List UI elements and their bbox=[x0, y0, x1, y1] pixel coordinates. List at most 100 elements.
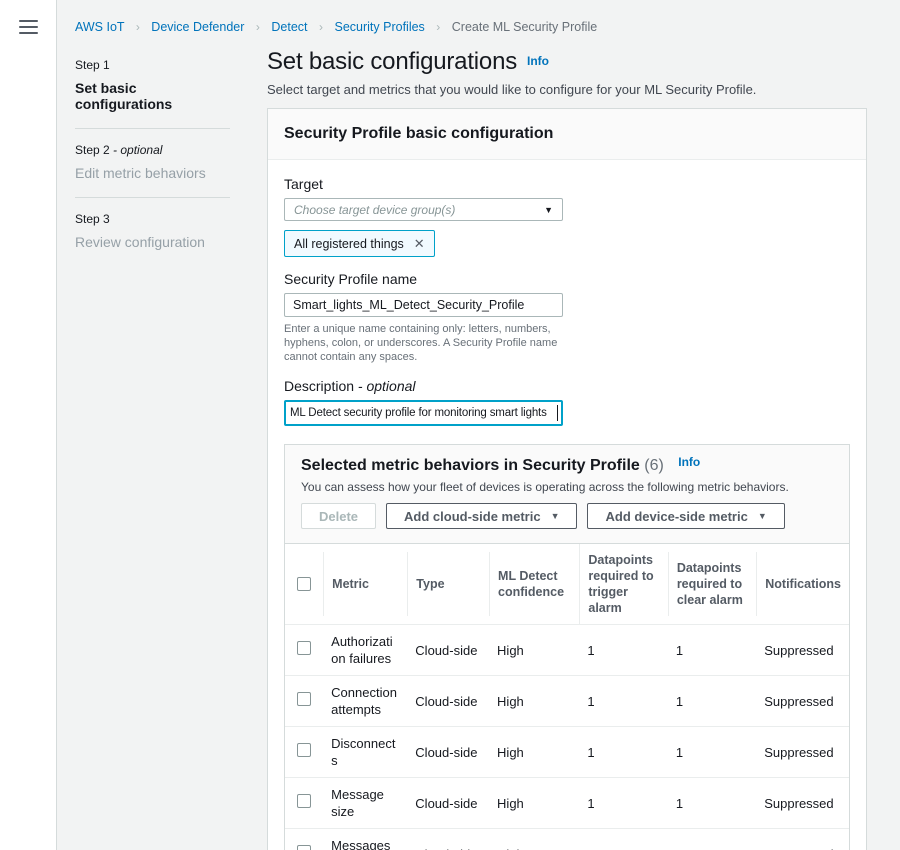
cell-datapoints-trigger: 1 bbox=[579, 625, 667, 676]
cell-datapoints-trigger: 1 bbox=[579, 676, 667, 727]
cell-datapoints-clear: 1 bbox=[668, 829, 756, 850]
target-token-all-registered-things: All registered things ✕ bbox=[284, 230, 435, 257]
cell-metric: Messages received bbox=[323, 829, 407, 850]
breadcrumb-separator-icon: › bbox=[311, 20, 331, 34]
step-3-title[interactable]: Review configuration bbox=[75, 234, 230, 250]
description-input[interactable] bbox=[284, 400, 563, 426]
cell-type: Cloud-side bbox=[407, 625, 489, 676]
breadcrumb-device-defender[interactable]: Device Defender bbox=[151, 20, 244, 34]
table-row: Messages received Cloud-side High 1 1 Su… bbox=[285, 829, 849, 850]
description-label: Description - optional bbox=[284, 378, 850, 394]
step-3-label: Step 3 bbox=[75, 212, 230, 226]
cell-notifications: Suppressed bbox=[756, 625, 849, 676]
row-checkbox[interactable] bbox=[297, 845, 311, 850]
step-1-label: Step 1 bbox=[75, 58, 230, 72]
target-select-placeholder: Choose target device group(s) bbox=[294, 203, 455, 217]
cell-type: Cloud-side bbox=[407, 727, 489, 778]
collapsed-sidenav bbox=[0, 0, 57, 850]
table-row: Message size Cloud-side High 1 1 Suppres… bbox=[285, 778, 849, 829]
cell-type: Cloud-side bbox=[407, 778, 489, 829]
add-device-side-metric-button[interactable]: Add device-side metric ▼ bbox=[587, 503, 784, 529]
token-remove-icon[interactable]: ✕ bbox=[414, 237, 425, 250]
metric-behaviors-description: You can assess how your fleet of devices… bbox=[301, 479, 833, 495]
wizard-step-3: Step 3 Review configuration bbox=[75, 212, 230, 250]
row-checkbox[interactable] bbox=[297, 743, 311, 757]
chevron-down-icon: ▼ bbox=[551, 511, 560, 521]
column-header-notifications: Notifications bbox=[756, 552, 849, 616]
card-header: Security Profile basic configuration bbox=[268, 109, 866, 160]
table-row: Authorization failures Cloud-side High 1… bbox=[285, 625, 849, 676]
description-optional-suffix: - optional bbox=[358, 378, 416, 394]
basic-configuration-card: Security Profile basic configuration Tar… bbox=[267, 108, 867, 850]
step-divider bbox=[75, 128, 230, 129]
breadcrumb-detect[interactable]: Detect bbox=[271, 20, 307, 34]
breadcrumb-separator-icon: › bbox=[428, 20, 448, 34]
target-label: Target bbox=[284, 176, 850, 192]
cell-notifications: Suppressed bbox=[756, 676, 849, 727]
metric-behaviors-header: Selected metric behaviors in Security Pr… bbox=[285, 445, 849, 543]
breadcrumb-separator-icon: › bbox=[128, 20, 148, 34]
cell-datapoints-clear: 1 bbox=[668, 625, 756, 676]
profile-name-label: Security Profile name bbox=[284, 271, 850, 287]
target-field-group: Target Choose target device group(s) ▼ A… bbox=[284, 176, 850, 257]
target-select[interactable]: Choose target device group(s) ▼ bbox=[284, 198, 563, 221]
cell-datapoints-clear: 1 bbox=[668, 727, 756, 778]
cell-type: Cloud-side bbox=[407, 829, 489, 850]
cell-ml-detect-confidence: High bbox=[489, 778, 579, 829]
metric-behaviors-section: Selected metric behaviors in Security Pr… bbox=[284, 444, 850, 850]
cell-datapoints-trigger: 1 bbox=[579, 727, 667, 778]
table-header-row: Metric Type ML Detect confidence Datapoi… bbox=[285, 544, 849, 625]
table-row: Connection attempts Cloud-side High 1 1 … bbox=[285, 676, 849, 727]
chevron-down-icon: ▼ bbox=[544, 205, 553, 215]
cell-ml-detect-confidence: High bbox=[489, 676, 579, 727]
wizard-step-1: Step 1 Set basic configurations bbox=[75, 58, 230, 112]
delete-button[interactable]: Delete bbox=[301, 503, 376, 529]
cell-ml-detect-confidence: High bbox=[489, 625, 579, 676]
step-2-title[interactable]: Edit metric behaviors bbox=[75, 165, 230, 181]
cell-datapoints-clear: 1 bbox=[668, 778, 756, 829]
metric-actions-toolbar: Delete Add cloud-side metric ▼ Add devic… bbox=[301, 503, 833, 529]
profile-name-field-group: Security Profile name Enter a unique nam… bbox=[284, 271, 850, 364]
content-area: AWS IoT › Device Defender › Detect › Sec… bbox=[57, 0, 900, 850]
add-cloud-side-metric-button[interactable]: Add cloud-side metric ▼ bbox=[386, 503, 577, 529]
page-title-info-link[interactable]: Info bbox=[527, 54, 549, 68]
row-checkbox[interactable] bbox=[297, 641, 311, 655]
profile-name-help-text: Enter a unique name containing only: let… bbox=[284, 322, 586, 364]
breadcrumb-security-profiles[interactable]: Security Profiles bbox=[334, 20, 424, 34]
row-checkbox[interactable] bbox=[297, 794, 311, 808]
column-header-datapoints-trigger: Datapoints required to trigger alarm bbox=[579, 544, 667, 624]
main-panel: Set basic configurationsInfo Select targ… bbox=[267, 48, 867, 850]
profile-name-input[interactable] bbox=[284, 293, 563, 317]
column-header-datapoints-clear: Datapoints required to clear alarm bbox=[668, 552, 756, 616]
page-header: Set basic configurationsInfo Select targ… bbox=[267, 48, 867, 97]
description-field-group: Description - optional bbox=[284, 378, 850, 426]
cell-metric: Connection attempts bbox=[323, 676, 407, 727]
step-2-label: Step 2 - optional bbox=[75, 143, 230, 157]
breadcrumb-aws-iot[interactable]: AWS IoT bbox=[75, 20, 124, 34]
hamburger-menu-icon[interactable] bbox=[19, 20, 38, 34]
cell-ml-detect-confidence: High bbox=[489, 829, 579, 850]
app-window: AWS IoT › Device Defender › Detect › Sec… bbox=[0, 0, 900, 850]
column-header-ml-detect-confidence: ML Detect confidence bbox=[489, 552, 579, 616]
metric-behaviors-info-link[interactable]: Info bbox=[678, 455, 700, 469]
cell-ml-detect-confidence: High bbox=[489, 727, 579, 778]
metric-behaviors-title: Selected metric behaviors in Security Pr… bbox=[301, 457, 640, 474]
select-all-checkbox[interactable] bbox=[297, 577, 311, 591]
table-row: Disconnects Cloud-side High 1 1 Suppress… bbox=[285, 727, 849, 778]
breadcrumb-separator-icon: › bbox=[248, 20, 268, 34]
chevron-down-icon: ▼ bbox=[758, 511, 767, 521]
column-header-metric: Metric bbox=[323, 552, 407, 616]
cell-type: Cloud-side bbox=[407, 676, 489, 727]
card-body: Target Choose target device group(s) ▼ A… bbox=[268, 160, 866, 850]
metric-behaviors-count: (6) bbox=[644, 457, 664, 474]
breadcrumb: AWS IoT › Device Defender › Detect › Sec… bbox=[75, 20, 900, 34]
wizard-step-2: Step 2 - optional Edit metric behaviors bbox=[75, 143, 230, 181]
column-header-type: Type bbox=[407, 552, 489, 616]
cell-datapoints-trigger: 1 bbox=[579, 829, 667, 850]
row-checkbox[interactable] bbox=[297, 692, 311, 706]
step-1-title: Set basic configurations bbox=[75, 80, 230, 112]
token-label: All registered things bbox=[294, 237, 404, 251]
cell-metric: Disconnects bbox=[323, 727, 407, 778]
cell-metric: Authorization failures bbox=[323, 625, 407, 676]
wizard-steps-nav: Step 1 Set basic configurations Step 2 -… bbox=[75, 58, 230, 250]
